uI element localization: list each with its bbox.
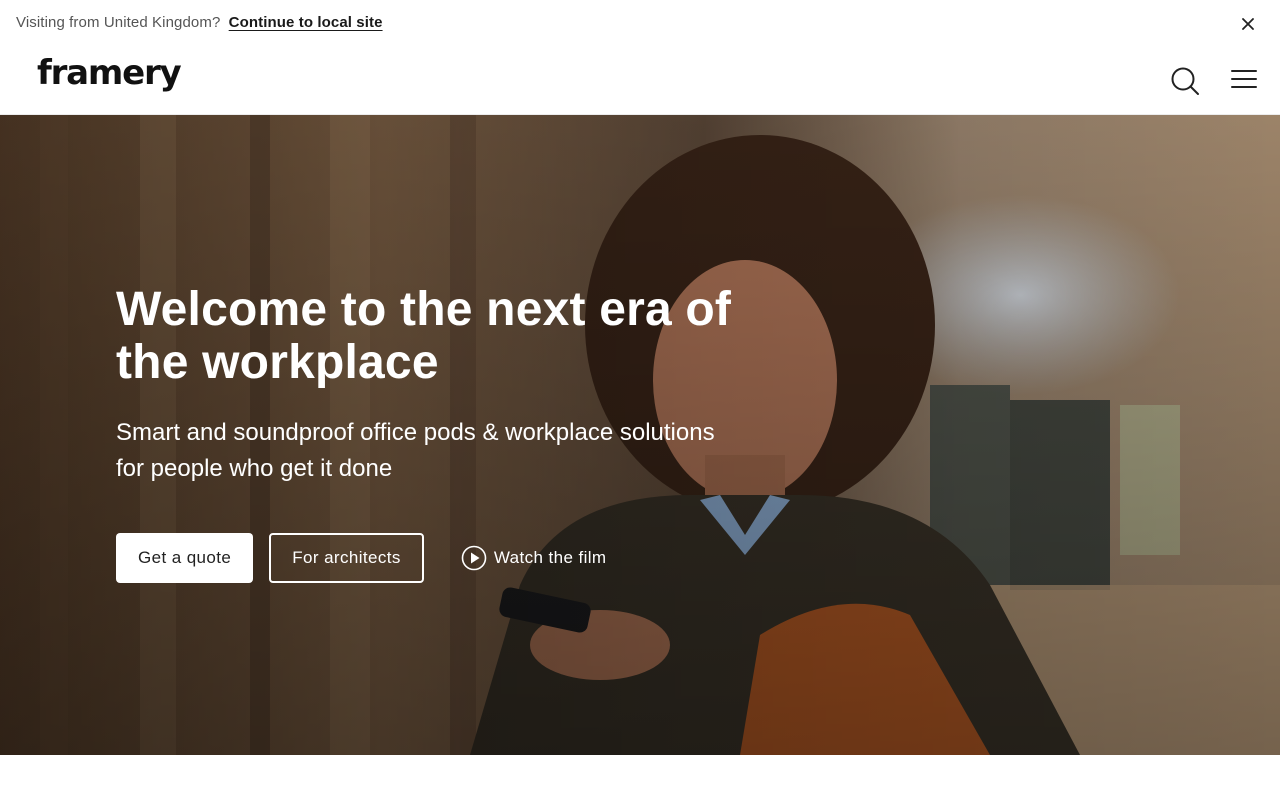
hero-actions: Get a quote For architects Watch the fil… — [116, 533, 607, 583]
site-header: framery — [0, 46, 1280, 115]
locale-message: Visiting from United Kingdom? Continue t… — [16, 14, 383, 31]
hero-content: Welcome to the next era of the workplace… — [116, 283, 756, 487]
page-content-below-hero — [0, 755, 1280, 800]
hero-subtitle: Smart and soundproof office pods & workp… — [116, 419, 715, 482]
play-circle-icon — [461, 545, 487, 571]
watch-film-link[interactable]: Watch the film — [461, 545, 607, 571]
search-icon[interactable] — [1170, 66, 1200, 96]
hamburger-menu-icon[interactable] — [1230, 68, 1258, 90]
for-architects-button[interactable]: For architects — [269, 533, 424, 583]
continue-local-site-link[interactable]: Continue to local site — [229, 14, 383, 31]
watch-film-label: Watch the film — [493, 548, 607, 567]
close-icon[interactable] — [1236, 12, 1260, 36]
locale-question: Visiting from United Kingdom? — [16, 14, 221, 31]
hero-section: Welcome to the next era of the workplace… — [0, 115, 1280, 755]
locale-banner: Visiting from United Kingdom? Continue t… — [0, 0, 1280, 46]
framery-logo[interactable]: framery — [37, 56, 182, 90]
get-a-quote-button[interactable]: Get a quote — [116, 533, 254, 583]
hero-title: Welcome to the next era of the workplace — [116, 283, 732, 389]
